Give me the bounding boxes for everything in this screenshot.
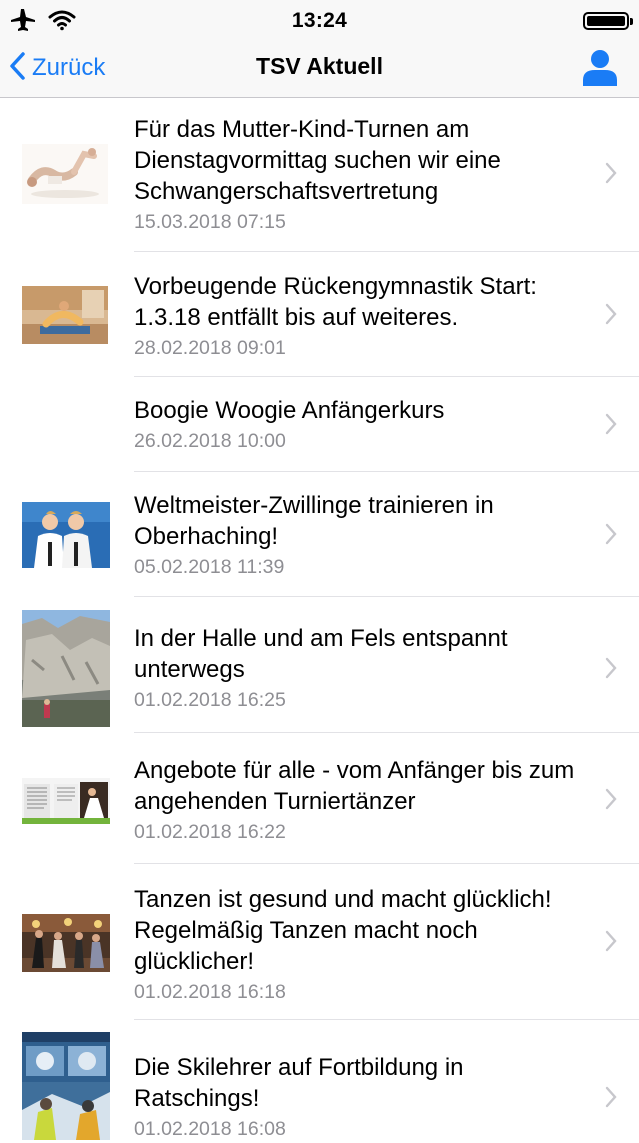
news-text: Boogie Woogie Anfängerkurs 26.02.2018 10… xyxy=(134,395,594,455)
news-thumbnail xyxy=(22,914,110,972)
person-icon xyxy=(581,50,619,90)
news-date: 01.02.2018 16:22 xyxy=(134,821,286,843)
news-title: Angebote für alle - vom Anfänger bis zum… xyxy=(134,757,575,815)
page-title: TSV Aktuell xyxy=(256,53,383,79)
chevron-right-icon xyxy=(605,788,617,810)
news-thumbnail xyxy=(22,502,110,568)
news-thumbnail xyxy=(22,610,110,727)
chevron-right-icon xyxy=(605,303,617,325)
news-list: Für das Mutter-Kind-Turnen am Dienstagvo… xyxy=(0,98,639,1140)
news-title: Vorbeugende Rückengymnastik Start: 1.3.1… xyxy=(134,273,537,331)
news-text: Angebote für alle - vom Anfänger bis zum… xyxy=(134,755,594,846)
news-text: Für das Mutter-Kind-Turnen am Dienstagvo… xyxy=(134,114,594,236)
news-thumbnail xyxy=(22,286,108,344)
chevron-right-icon xyxy=(605,413,617,435)
news-title: Boogie Woogie Anfängerkurs xyxy=(134,397,445,424)
status-time: 13:24 xyxy=(291,9,348,32)
news-thumbnail xyxy=(22,144,108,204)
news-date: 26.02.2018 10:00 xyxy=(134,430,286,452)
news-title: Die Skilehrer auf Fortbildung in Ratschi… xyxy=(134,1054,464,1112)
status-bar: 13:24 xyxy=(0,0,639,40)
news-date: 01.02.2018 16:18 xyxy=(134,981,286,1003)
news-title: In der Halle und am Fels entspannt unter… xyxy=(134,625,508,683)
news-date: 05.02.2018 11:39 xyxy=(134,556,285,578)
news-date: 01.02.2018 16:25 xyxy=(134,689,286,711)
navigation-bar: Zurück TSV Aktuell xyxy=(0,40,639,98)
news-row[interactable]: Boogie Woogie Anfängerkurs 26.02.2018 10… xyxy=(0,377,639,472)
chevron-right-icon xyxy=(605,1086,617,1108)
news-text: Die Skilehrer auf Fortbildung in Ratschi… xyxy=(134,1052,594,1143)
news-row[interactable]: Tanzen ist gesund und macht glücklich! R… xyxy=(0,864,639,1020)
news-row[interactable]: Angebote für alle - vom Anfänger bis zum… xyxy=(0,733,639,864)
chevron-right-icon xyxy=(605,523,617,545)
news-text: Tanzen ist gesund und macht glücklich! R… xyxy=(134,884,594,1006)
news-text: Weltmeister-Zwillinge trainieren in Ober… xyxy=(134,490,594,581)
chevron-right-icon xyxy=(605,930,617,952)
news-row[interactable]: In der Halle und am Fels entspannt unter… xyxy=(0,597,639,733)
news-row[interactable]: Vorbeugende Rückengymnastik Start: 1.3.1… xyxy=(0,252,639,377)
news-row[interactable]: Weltmeister-Zwillinge trainieren in Ober… xyxy=(0,472,639,597)
news-row[interactable]: Die Skilehrer auf Fortbildung in Ratschi… xyxy=(0,1020,639,1140)
news-date: 15.03.2018 07:15 xyxy=(134,211,286,233)
news-date: 01.02.2018 16:08 xyxy=(134,1118,286,1140)
news-title: Tanzen ist gesund und macht glücklich! R… xyxy=(134,886,552,975)
news-date: 28.02.2018 09:01 xyxy=(134,337,286,359)
news-title: Für das Mutter-Kind-Turnen am Dienstagvo… xyxy=(134,116,501,205)
news-title: Weltmeister-Zwillinge trainieren in Ober… xyxy=(134,492,494,550)
news-thumbnail xyxy=(22,778,110,824)
battery-icon xyxy=(583,12,633,30)
chevron-right-icon xyxy=(605,657,617,679)
news-text: Vorbeugende Rückengymnastik Start: 1.3.1… xyxy=(134,271,594,362)
chevron-right-icon xyxy=(605,162,617,184)
profile-button[interactable] xyxy=(581,48,619,86)
news-row[interactable]: Für das Mutter-Kind-Turnen am Dienstagvo… xyxy=(0,98,639,252)
news-thumbnail xyxy=(22,1032,110,1140)
news-text: In der Halle und am Fels entspannt unter… xyxy=(134,623,594,714)
